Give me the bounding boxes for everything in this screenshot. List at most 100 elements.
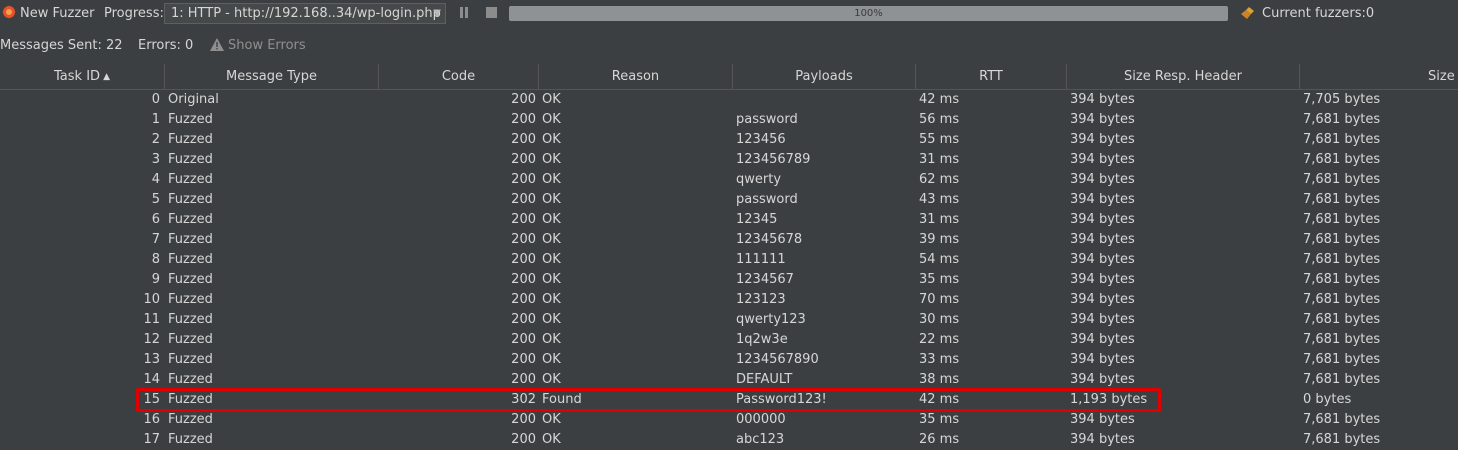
current-fuzzers: Current fuzzers:0: [1262, 6, 1375, 21]
fuzzer-status-bar: Messages Sent: 22 Errors: 0 Show Errors: [0, 33, 1458, 59]
pause-button[interactable]: [458, 6, 470, 20]
cell-type: Fuzzed: [168, 352, 213, 367]
cell-id: 6: [151, 212, 160, 227]
cell-id: 10: [143, 292, 160, 307]
cell-type: Fuzzed: [168, 152, 213, 167]
cell-hdr: 394 bytes: [1070, 372, 1135, 387]
cell-id: 2: [151, 132, 160, 147]
cell-reason: OK: [542, 352, 561, 367]
cell-hdr: 394 bytes: [1070, 412, 1135, 427]
cell-code: 200: [511, 312, 536, 327]
cell-code: 200: [511, 92, 536, 107]
cell-type: Fuzzed: [168, 392, 213, 407]
table-row[interactable]: 12 Fuzzed 200 OK 1q2w3e 22 ms 394 bytes 7,681 b…: [0, 330, 1458, 350]
cell-type: Fuzzed: [168, 312, 213, 327]
cell-hdr: 394 bytes: [1070, 92, 1135, 107]
table-row[interactable]: 8 Fuzzed 200 OK 111111 54 ms 394 bytes 7,681 by…: [0, 250, 1458, 270]
table-row[interactable]: 16 Fuzzed 200 OK 000000 35 ms 394 bytes 7,681 b…: [0, 410, 1458, 430]
cell-code: 200: [511, 432, 536, 447]
cell-rtt: 31 ms: [919, 152, 960, 167]
cell-hdr: 394 bytes: [1070, 352, 1135, 367]
cell-type: Fuzzed: [168, 332, 213, 347]
cell-id: 12: [143, 332, 160, 347]
cell-code: 302: [511, 392, 536, 407]
cell-payload: [736, 90, 911, 110]
table-row[interactable]: 5 Fuzzed 200 OK password 43 ms 394 bytes 7,681 …: [0, 190, 1458, 210]
cell-body: 7,681 bytes: [1303, 192, 1381, 207]
cell-payload: qwerty123: [736, 312, 806, 327]
cell-payload: 1234567: [736, 272, 794, 287]
cell-body: 7,681 bytes: [1303, 232, 1381, 247]
cell-reason: OK: [542, 152, 561, 167]
cell-rtt: 35 ms: [919, 412, 960, 427]
table-row[interactable]: 4 Fuzzed 200 OK qwerty 62 ms 394 bytes 7,681 by…: [0, 170, 1458, 190]
cell-payload: 1234567890: [736, 352, 819, 367]
cell-payload: abc123: [736, 432, 785, 447]
table-row[interactable]: 0 Original 200 OK 42 ms 394 bytes 7,705 bytes: [0, 90, 1458, 110]
table-row[interactable]: 13 Fuzzed 200 OK 1234567890 33 ms 394 bytes 7,6…: [0, 350, 1458, 370]
column-header-reason[interactable]: Reason: [539, 64, 733, 89]
cell-reason: OK: [542, 112, 561, 127]
cell-payload: Password123!: [736, 392, 827, 407]
column-header-task-id[interactable]: Task ID ▲: [0, 64, 165, 89]
cell-hdr: 394 bytes: [1070, 312, 1135, 327]
table-row[interactable]: 2 Fuzzed 200 OK 123456 55 ms 394 bytes 7,681 by…: [0, 130, 1458, 150]
cell-hdr: 394 bytes: [1070, 432, 1135, 447]
column-header-code[interactable]: Code: [379, 64, 539, 89]
cell-payload: qwerty: [736, 172, 782, 187]
cell-reason: OK: [542, 372, 561, 387]
cell-hdr: 394 bytes: [1070, 112, 1135, 127]
cell-reason: Found: [542, 392, 582, 407]
cell-id: 17: [143, 432, 160, 447]
table-row[interactable]: 9 Fuzzed 200 OK 1234567 35 ms 394 bytes 7,681 b…: [0, 270, 1458, 290]
cell-body: 7,681 bytes: [1303, 212, 1381, 227]
stop-button[interactable]: [485, 6, 497, 20]
table-row[interactable]: 14 Fuzzed 200 OK DEFAULT 38 ms 394 bytes 7,681 …: [0, 370, 1458, 390]
cell-rtt: 35 ms: [919, 272, 960, 287]
cell-body: 7,681 bytes: [1303, 252, 1381, 267]
cell-rtt: 70 ms: [919, 292, 960, 307]
table-row[interactable]: 11 Fuzzed 200 OK qwerty123 30 ms 394 bytes 7,68…: [0, 310, 1458, 330]
cell-payload: DEFAULT: [736, 372, 793, 387]
broom-icon[interactable]: [1240, 6, 1256, 20]
cell-code: 200: [511, 252, 536, 267]
cell-rtt: 39 ms: [919, 232, 960, 247]
cell-hdr: 394 bytes: [1070, 292, 1135, 307]
column-header-message-type[interactable]: Message Type: [165, 64, 379, 89]
table-row[interactable]: 15 Fuzzed 302 Found Password123! 42 ms 1,193 b…: [0, 390, 1458, 410]
cell-id: 9: [151, 272, 160, 287]
cell-id: 14: [143, 372, 160, 387]
progress-percent: 100%: [854, 8, 883, 19]
table-row[interactable]: 7 Fuzzed 200 OK 12345678 39 ms 394 bytes 7,681 …: [0, 230, 1458, 250]
new-fuzzer-button[interactable]: New Fuzzer: [2, 0, 94, 28]
cell-reason: OK: [542, 92, 561, 107]
cell-hdr: 394 bytes: [1070, 152, 1135, 167]
cell-type: Fuzzed: [168, 212, 213, 227]
table-row[interactable]: 1 Fuzzed 200 OK password 56 ms 394 bytes 7,681 …: [0, 110, 1458, 130]
column-header-rtt[interactable]: RTT: [916, 64, 1067, 89]
cell-payload: password: [736, 192, 798, 207]
cell-body: 7,681 bytes: [1303, 272, 1381, 287]
cell-hdr: 394 bytes: [1070, 132, 1135, 147]
cell-rtt: 31 ms: [919, 212, 960, 227]
cell-code: 200: [511, 132, 536, 147]
column-header-size-resp-body[interactable]: Size Resp. Body: [1300, 64, 1458, 89]
cell-reason: OK: [542, 192, 561, 207]
column-header-size-resp-header[interactable]: Size Resp. Header: [1067, 64, 1300, 89]
table-row[interactable]: 3 Fuzzed 200 OK 123456789 31 ms 394 bytes 7,681…: [0, 150, 1458, 170]
table-row[interactable]: 17 Fuzzed 200 OK abc123 26 ms 394 bytes 7,681 b…: [0, 430, 1458, 450]
cell-payload: 123456: [736, 132, 786, 147]
progress-select[interactable]: 1: HTTP - http://192.168..34/wp-login.ph…: [164, 3, 446, 24]
show-errors-button[interactable]: Show Errors: [210, 33, 306, 59]
messages-sent: Messages Sent: 22: [0, 38, 123, 53]
table-row[interactable]: 10 Fuzzed 200 OK 123123 70 ms 394 bytes 7,681 b…: [0, 290, 1458, 310]
cell-hdr: 1,193 bytes: [1070, 392, 1148, 407]
cell-code: 200: [511, 352, 536, 367]
cell-id: 16: [143, 412, 160, 427]
cell-hdr: 394 bytes: [1070, 212, 1135, 227]
table-row[interactable]: 6 Fuzzed 200 OK 12345 31 ms 394 bytes 7,681 byt…: [0, 210, 1458, 230]
cell-body: 7,681 bytes: [1303, 352, 1381, 367]
cell-rtt: 22 ms: [919, 332, 960, 347]
column-header-payloads[interactable]: Payloads: [733, 64, 916, 89]
cell-payload: 000000: [736, 412, 786, 427]
